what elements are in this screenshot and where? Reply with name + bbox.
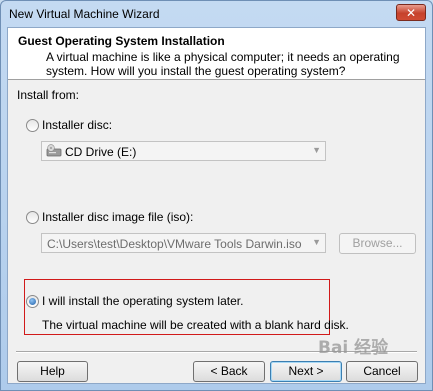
- page-title: Guest Operating System Installation: [18, 34, 225, 48]
- wizard-body: Guest Operating System Installation A vi…: [7, 27, 426, 384]
- window-title: New Virtual Machine Wizard: [9, 7, 160, 21]
- page-description: A virtual machine is like a physical com…: [46, 50, 400, 78]
- chevron-down-icon: ▼: [312, 237, 321, 247]
- title-bar[interactable]: New Virtual Machine Wizard ✕: [1, 1, 432, 27]
- iso-path-value: C:\Users\test\Desktop\VMware Tools Darwi…: [47, 237, 302, 251]
- watermark-logo: Bai 经验: [318, 338, 389, 358]
- installer-disc-radio[interactable]: [26, 119, 39, 132]
- chevron-down-icon: ▼: [312, 145, 321, 155]
- back-button[interactable]: < Back: [193, 361, 265, 382]
- disc-drive-value: CD Drive (E:): [65, 145, 137, 159]
- install-later-note: The virtual machine will be created with…: [42, 318, 349, 332]
- close-icon: ✕: [405, 6, 417, 20]
- cancel-button[interactable]: Cancel: [346, 361, 418, 382]
- close-button[interactable]: ✕: [396, 4, 426, 21]
- install-later-radio[interactable]: [26, 295, 39, 308]
- next-button[interactable]: Next >: [270, 361, 342, 382]
- installer-disc-label[interactable]: Installer disc:: [42, 118, 112, 132]
- install-later-label[interactable]: I will install the operating system late…: [42, 294, 243, 308]
- iso-image-label[interactable]: Installer disc image file (iso):: [42, 210, 193, 224]
- iso-path-combo[interactable]: C:\Users\test\Desktop\VMware Tools Darwi…: [41, 233, 326, 253]
- disc-drive-select[interactable]: CD Drive (E:) ▼: [41, 141, 326, 161]
- wizard-header: Guest Operating System Installation A vi…: [8, 28, 425, 80]
- help-button[interactable]: Help: [17, 361, 88, 382]
- cd-drive-icon: [46, 144, 62, 157]
- iso-image-radio[interactable]: [26, 211, 39, 224]
- browse-button[interactable]: Browse...: [339, 233, 416, 254]
- install-from-label: Install from:: [17, 88, 80, 102]
